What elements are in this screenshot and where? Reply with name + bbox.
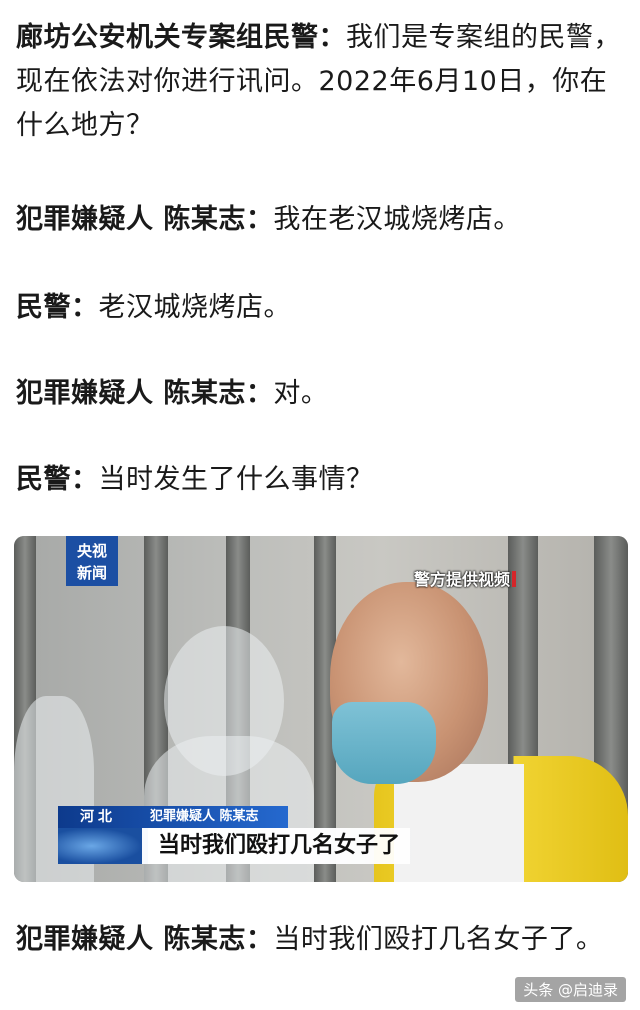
speaker-label: 民警： bbox=[16, 464, 99, 495]
dialogue-line: 廊坊公安机关专案组民警：我们是专案组的民警，现在依法对你进行讯问。2022年6月… bbox=[16, 16, 628, 148]
dialogue-text: 当时发生了什么事情？ bbox=[98, 464, 374, 495]
speaker-label: 犯罪嫌疑人 陈某志： bbox=[16, 924, 274, 955]
speaker-label: 犯罪嫌疑人 陈某志： bbox=[16, 378, 274, 409]
speaker-label: 民警： bbox=[16, 292, 99, 323]
logo-line: 央视 bbox=[76, 542, 107, 560]
cctv-news-logo: 央视 新闻 bbox=[66, 536, 118, 586]
source-watermark: 头条 @启迪录 bbox=[515, 977, 626, 1002]
watermark-marker bbox=[512, 571, 516, 587]
dialogue-line: 犯罪嫌疑人 陈某志：我在老汉城烧烤店。 bbox=[16, 198, 628, 242]
logo-line: 新闻 bbox=[76, 564, 107, 582]
dialogue-line: 民警：当时发生了什么事情？ bbox=[16, 458, 628, 502]
dialogue-text: 当时我们殴打几名女子了。 bbox=[273, 924, 604, 955]
speaker-label: 犯罪嫌疑人 陈某志： bbox=[16, 204, 274, 235]
closing-line: 犯罪嫌疑人 陈某志：当时我们殴打几名女子了。 bbox=[16, 918, 628, 962]
dialogue-text: 我在老汉城烧烤店。 bbox=[273, 204, 521, 235]
globe-icon bbox=[58, 828, 142, 864]
lower-third-region: 河北 bbox=[80, 809, 116, 825]
dialogue-text: 对。 bbox=[273, 378, 329, 409]
dialogue-line: 犯罪嫌疑人 陈某志：对。 bbox=[16, 372, 628, 416]
lower-third-role: 犯罪嫌疑人 陈某志 bbox=[150, 809, 259, 824]
speaker-label: 廊坊公安机关专案组民警： bbox=[16, 22, 346, 53]
lower-third-caption: 当时我们殴打几名女子了 bbox=[148, 828, 411, 864]
dialogue-line: 民警：老汉城烧烤店。 bbox=[16, 286, 628, 330]
dialogue-text: 老汉城烧烤店。 bbox=[98, 292, 291, 323]
face-mask bbox=[332, 702, 436, 784]
video-still[interactable]: 央视 新闻 警方提供视频 河北 犯罪嫌疑人 陈某志 当时我们殴打几名女子了 bbox=[14, 536, 628, 882]
video-watermark: 警方提供视频 bbox=[413, 570, 510, 589]
